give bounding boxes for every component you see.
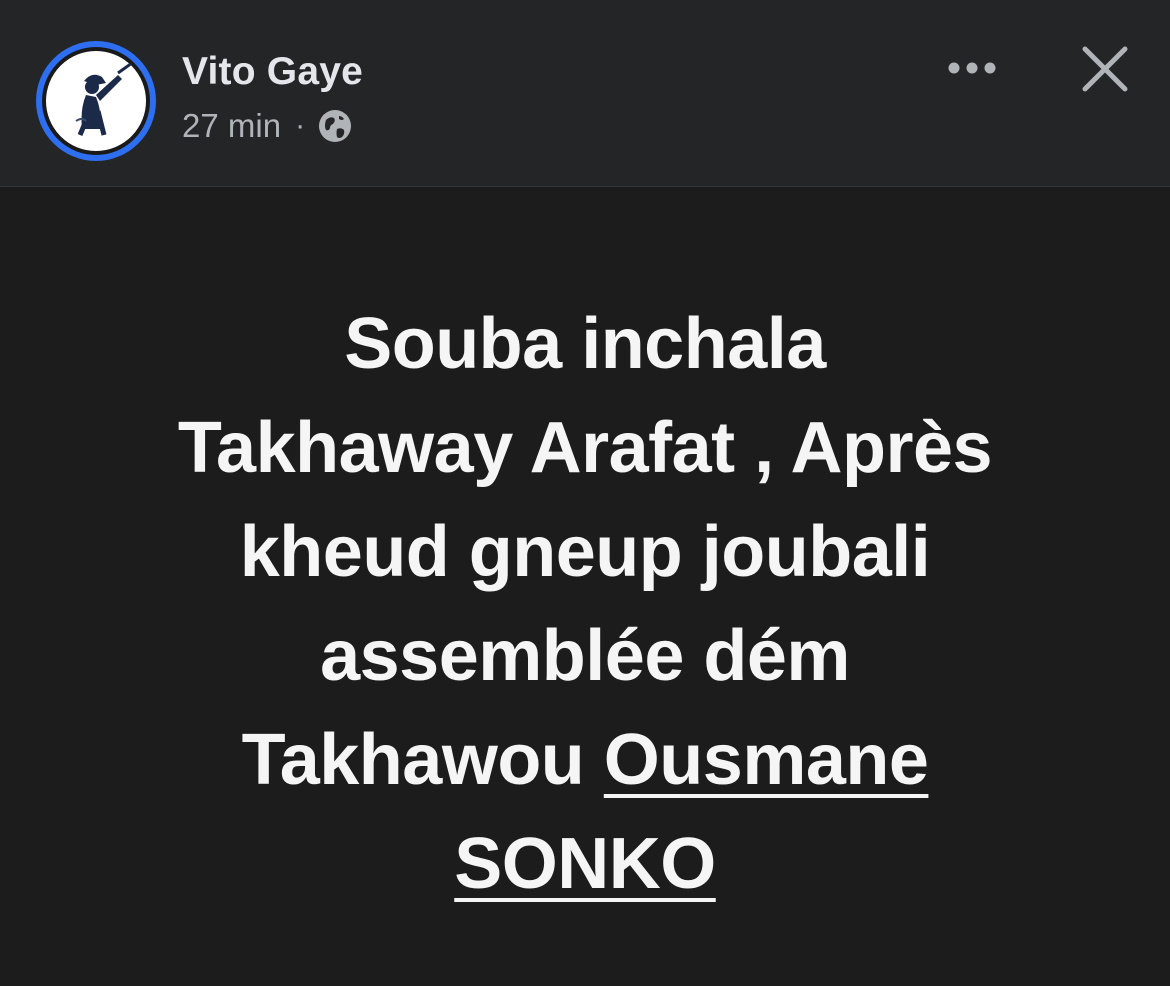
post-line-3: kheud gneup joubali [239, 512, 931, 592]
profile-tag-first[interactable]: Ousmane [604, 720, 929, 800]
post-text: Souba inchala Takhaway Arafat , Après kh… [0, 292, 1170, 916]
profile-tag-last[interactable]: SONKO [454, 824, 716, 904]
author-name[interactable]: Vito Gaye [182, 50, 363, 94]
more-options-icon [948, 62, 996, 74]
post-meta: 27 min · [182, 107, 353, 145]
close-icon [1082, 46, 1128, 92]
post-content: Souba inchala Takhaway Arafat , Après kh… [0, 187, 1170, 986]
post-line-6: SONKO [0, 812, 1170, 916]
post-line-4: assemblée dém [320, 616, 850, 696]
avatar[interactable] [36, 41, 156, 161]
post-header: Vito Gaye 27 min · [0, 0, 1170, 187]
golfer-silhouette-icon [48, 53, 144, 149]
post-line-5: Takhawou Ousmane [0, 708, 1170, 812]
post-line-1: Souba inchala [344, 304, 826, 384]
meta-separator: · [295, 109, 306, 142]
more-options-button[interactable] [940, 50, 1004, 86]
post-line-5-prefix: Takhawou [241, 720, 604, 800]
post-line-2: Takhaway Arafat , Après [177, 408, 993, 488]
close-button[interactable] [1074, 38, 1136, 100]
avatar-image [42, 47, 150, 155]
globe-icon[interactable] [317, 108, 353, 144]
timestamp[interactable]: 27 min [182, 107, 281, 145]
